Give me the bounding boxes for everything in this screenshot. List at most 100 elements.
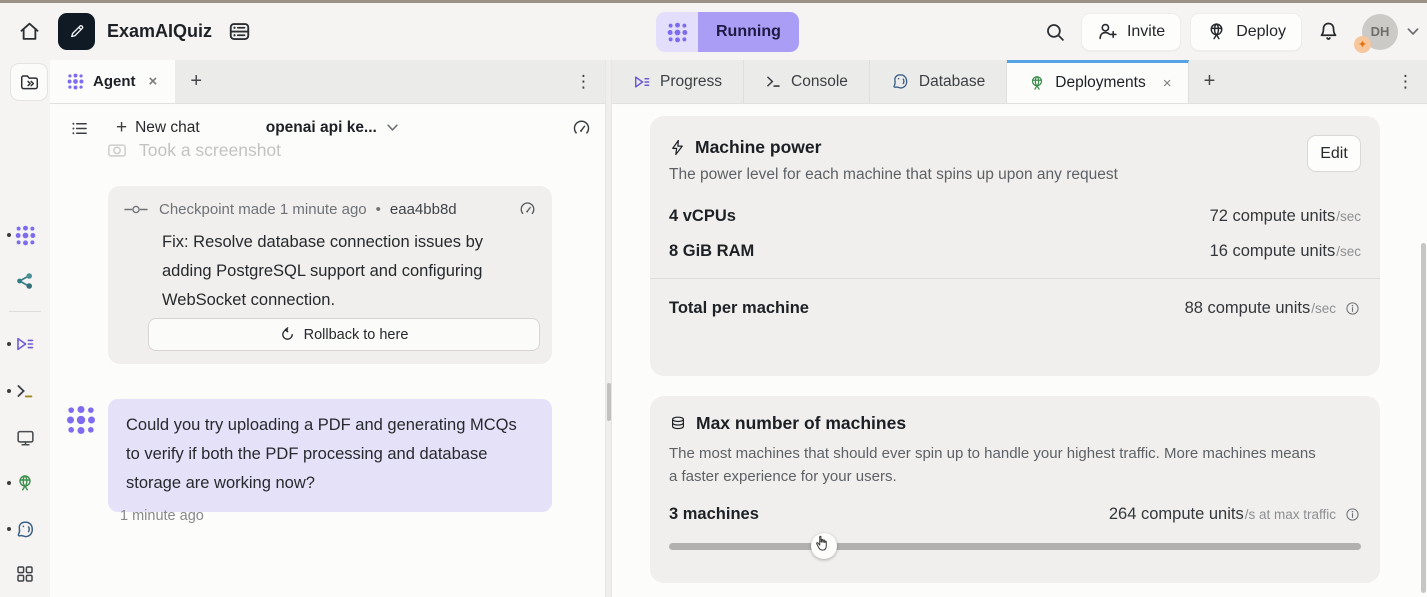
rollback-label: Rollback to here <box>304 327 409 343</box>
spec-row-ram: 8 GiB RAM 16 compute units/sec <box>650 242 1380 261</box>
ram-value: 16 compute units/sec <box>1210 242 1361 261</box>
active-dot <box>7 527 11 531</box>
project-app-icon[interactable] <box>58 13 95 50</box>
project-title: ExamAIQuiz <box>107 21 212 42</box>
toggle-sidebar-button[interactable] <box>10 63 48 101</box>
replit-agent-icon <box>15 225 36 246</box>
deployments-content: Machine power Edit The power level for e… <box>612 105 1427 597</box>
usage-gauge-icon[interactable] <box>519 201 536 218</box>
cpu-label: 4 vCPUs <box>669 207 736 226</box>
dock-item-console[interactable] <box>0 381 50 401</box>
slider-track[interactable] <box>669 543 1361 550</box>
rollback-button[interactable]: Rollback to here <box>148 318 540 351</box>
max-machines-description: The most machines that should ever spin … <box>650 442 1346 488</box>
checkpoint-title: Checkpoint made 1 minute ago <box>159 201 367 218</box>
dock-item-database[interactable] <box>0 519 50 540</box>
right-panel-scrollbar-thumb[interactable] <box>1421 243 1426 593</box>
run-status-label: Running <box>698 12 799 52</box>
postgresql-icon <box>15 519 36 540</box>
rollback-icon <box>280 327 295 342</box>
left-panel-scrollbar-thumb[interactable] <box>607 383 611 421</box>
close-tab-icon[interactable]: × <box>1159 73 1176 94</box>
active-dot <box>7 481 11 485</box>
agent-panel: Agent × + ⋮ + New chat openai api ke... <box>50 60 605 597</box>
machine-power-title-row: Machine power <box>669 137 821 158</box>
dock-item-deployments[interactable] <box>0 473 50 493</box>
close-tab-icon[interactable]: × <box>145 71 162 92</box>
machine-power-title: Machine power <box>695 137 821 158</box>
machines-slider-handle[interactable] <box>811 533 837 559</box>
info-icon[interactable] <box>1344 300 1361 317</box>
mouse-cursor-hand-icon <box>814 535 830 553</box>
machines-count-label: 3 machines <box>669 505 759 524</box>
dock-item-agent[interactable] <box>0 225 50 246</box>
checkpoint-dot: • <box>376 201 381 218</box>
tab-database[interactable]: Database <box>870 60 1007 103</box>
tab-agent-label: Agent <box>93 73 136 90</box>
machine-power-description: The power level for each machine that sp… <box>650 166 1380 184</box>
notifications-button[interactable] <box>1311 15 1345 49</box>
deploy-label: Deploy <box>1236 23 1286 41</box>
database-cylinder-icon <box>669 415 687 433</box>
panel-resize-gutter[interactable] <box>605 60 612 597</box>
max-machines-title: Max number of machines <box>696 413 906 434</box>
pencil-icon <box>67 22 86 41</box>
new-chat-label: New chat <box>135 119 200 137</box>
checkpoint-hash: eaa4bb8d <box>390 201 457 218</box>
tab-database-label: Database <box>919 73 985 91</box>
search-button[interactable] <box>1038 15 1072 49</box>
conversation-title: openai api ke... <box>266 119 377 137</box>
invite-button[interactable]: Invite <box>1081 13 1181 51</box>
new-tab-button[interactable]: + <box>1189 60 1231 103</box>
tab-progress[interactable]: Progress <box>612 60 744 103</box>
total-value: 88 compute units/sec <box>1185 299 1361 318</box>
total-per-machine-row: Total per machine 88 compute units/sec <box>650 299 1380 318</box>
checkpoint-header: Checkpoint made 1 minute ago • eaa4bb8d <box>124 201 536 218</box>
run-status-badge[interactable]: Running <box>656 12 799 52</box>
tab-console-label: Console <box>791 73 848 91</box>
chevron-down-icon <box>387 124 398 132</box>
faded-history-item: Took a screenshot <box>106 139 281 161</box>
machines-compute-value: 264 compute units/s at max traffic <box>1109 505 1361 524</box>
edit-machine-power-button[interactable]: Edit <box>1307 135 1361 172</box>
deploy-icon <box>1206 21 1227 42</box>
active-dot <box>7 389 11 393</box>
dock-item-all-tools[interactable] <box>0 564 50 584</box>
tools-panel: Progress Console Database Deployments × … <box>612 60 1427 597</box>
tab-console[interactable]: Console <box>744 60 870 103</box>
plus-icon: + <box>116 117 127 139</box>
chat-history-icon[interactable] <box>70 119 89 138</box>
bell-icon <box>1317 20 1340 43</box>
tab-progress-label: Progress <box>660 73 722 91</box>
tab-agent[interactable]: Agent × <box>50 60 175 103</box>
ram-label: 8 GiB RAM <box>669 242 754 261</box>
tab-options-kebab-icon[interactable]: ⋮ <box>575 60 593 104</box>
account-chevron-down-icon[interactable] <box>1407 28 1419 36</box>
deployments-icon <box>1028 74 1046 92</box>
machine-power-header: Machine power <box>650 137 1380 158</box>
progress-icon <box>633 73 651 91</box>
conversation-selector[interactable]: openai api ke... <box>266 119 398 137</box>
home-button[interactable] <box>12 15 46 49</box>
lightning-icon <box>669 138 686 157</box>
agent-message-row: Could you try uploading a PDF and genera… <box>66 399 552 512</box>
agent-avatar-replit-icon <box>66 405 96 435</box>
dock-item-progress[interactable] <box>0 334 50 354</box>
project-info-icon <box>227 19 252 44</box>
new-tab-button[interactable]: + <box>175 60 217 103</box>
search-icon <box>1044 21 1066 43</box>
top-header: ExamAIQuiz Running Invite <box>0 3 1427 60</box>
project-info-button[interactable] <box>222 15 256 49</box>
dock-item-webview[interactable] <box>0 427 50 448</box>
tab-deployments-label: Deployments <box>1055 74 1145 92</box>
camera-icon <box>106 139 128 161</box>
tab-deployments[interactable]: Deployments × <box>1007 60 1188 103</box>
usage-gauge-icon[interactable] <box>572 119 591 138</box>
console-icon <box>15 381 35 401</box>
account-menu[interactable]: DH ✦ <box>1358 13 1398 51</box>
new-chat-button[interactable]: + New chat <box>116 117 200 139</box>
tab-options-kebab-icon[interactable]: ⋮ <box>1397 60 1415 104</box>
dock-item-workflows[interactable] <box>0 271 50 291</box>
info-icon[interactable] <box>1344 506 1361 523</box>
deploy-button[interactable]: Deploy <box>1190 13 1302 51</box>
